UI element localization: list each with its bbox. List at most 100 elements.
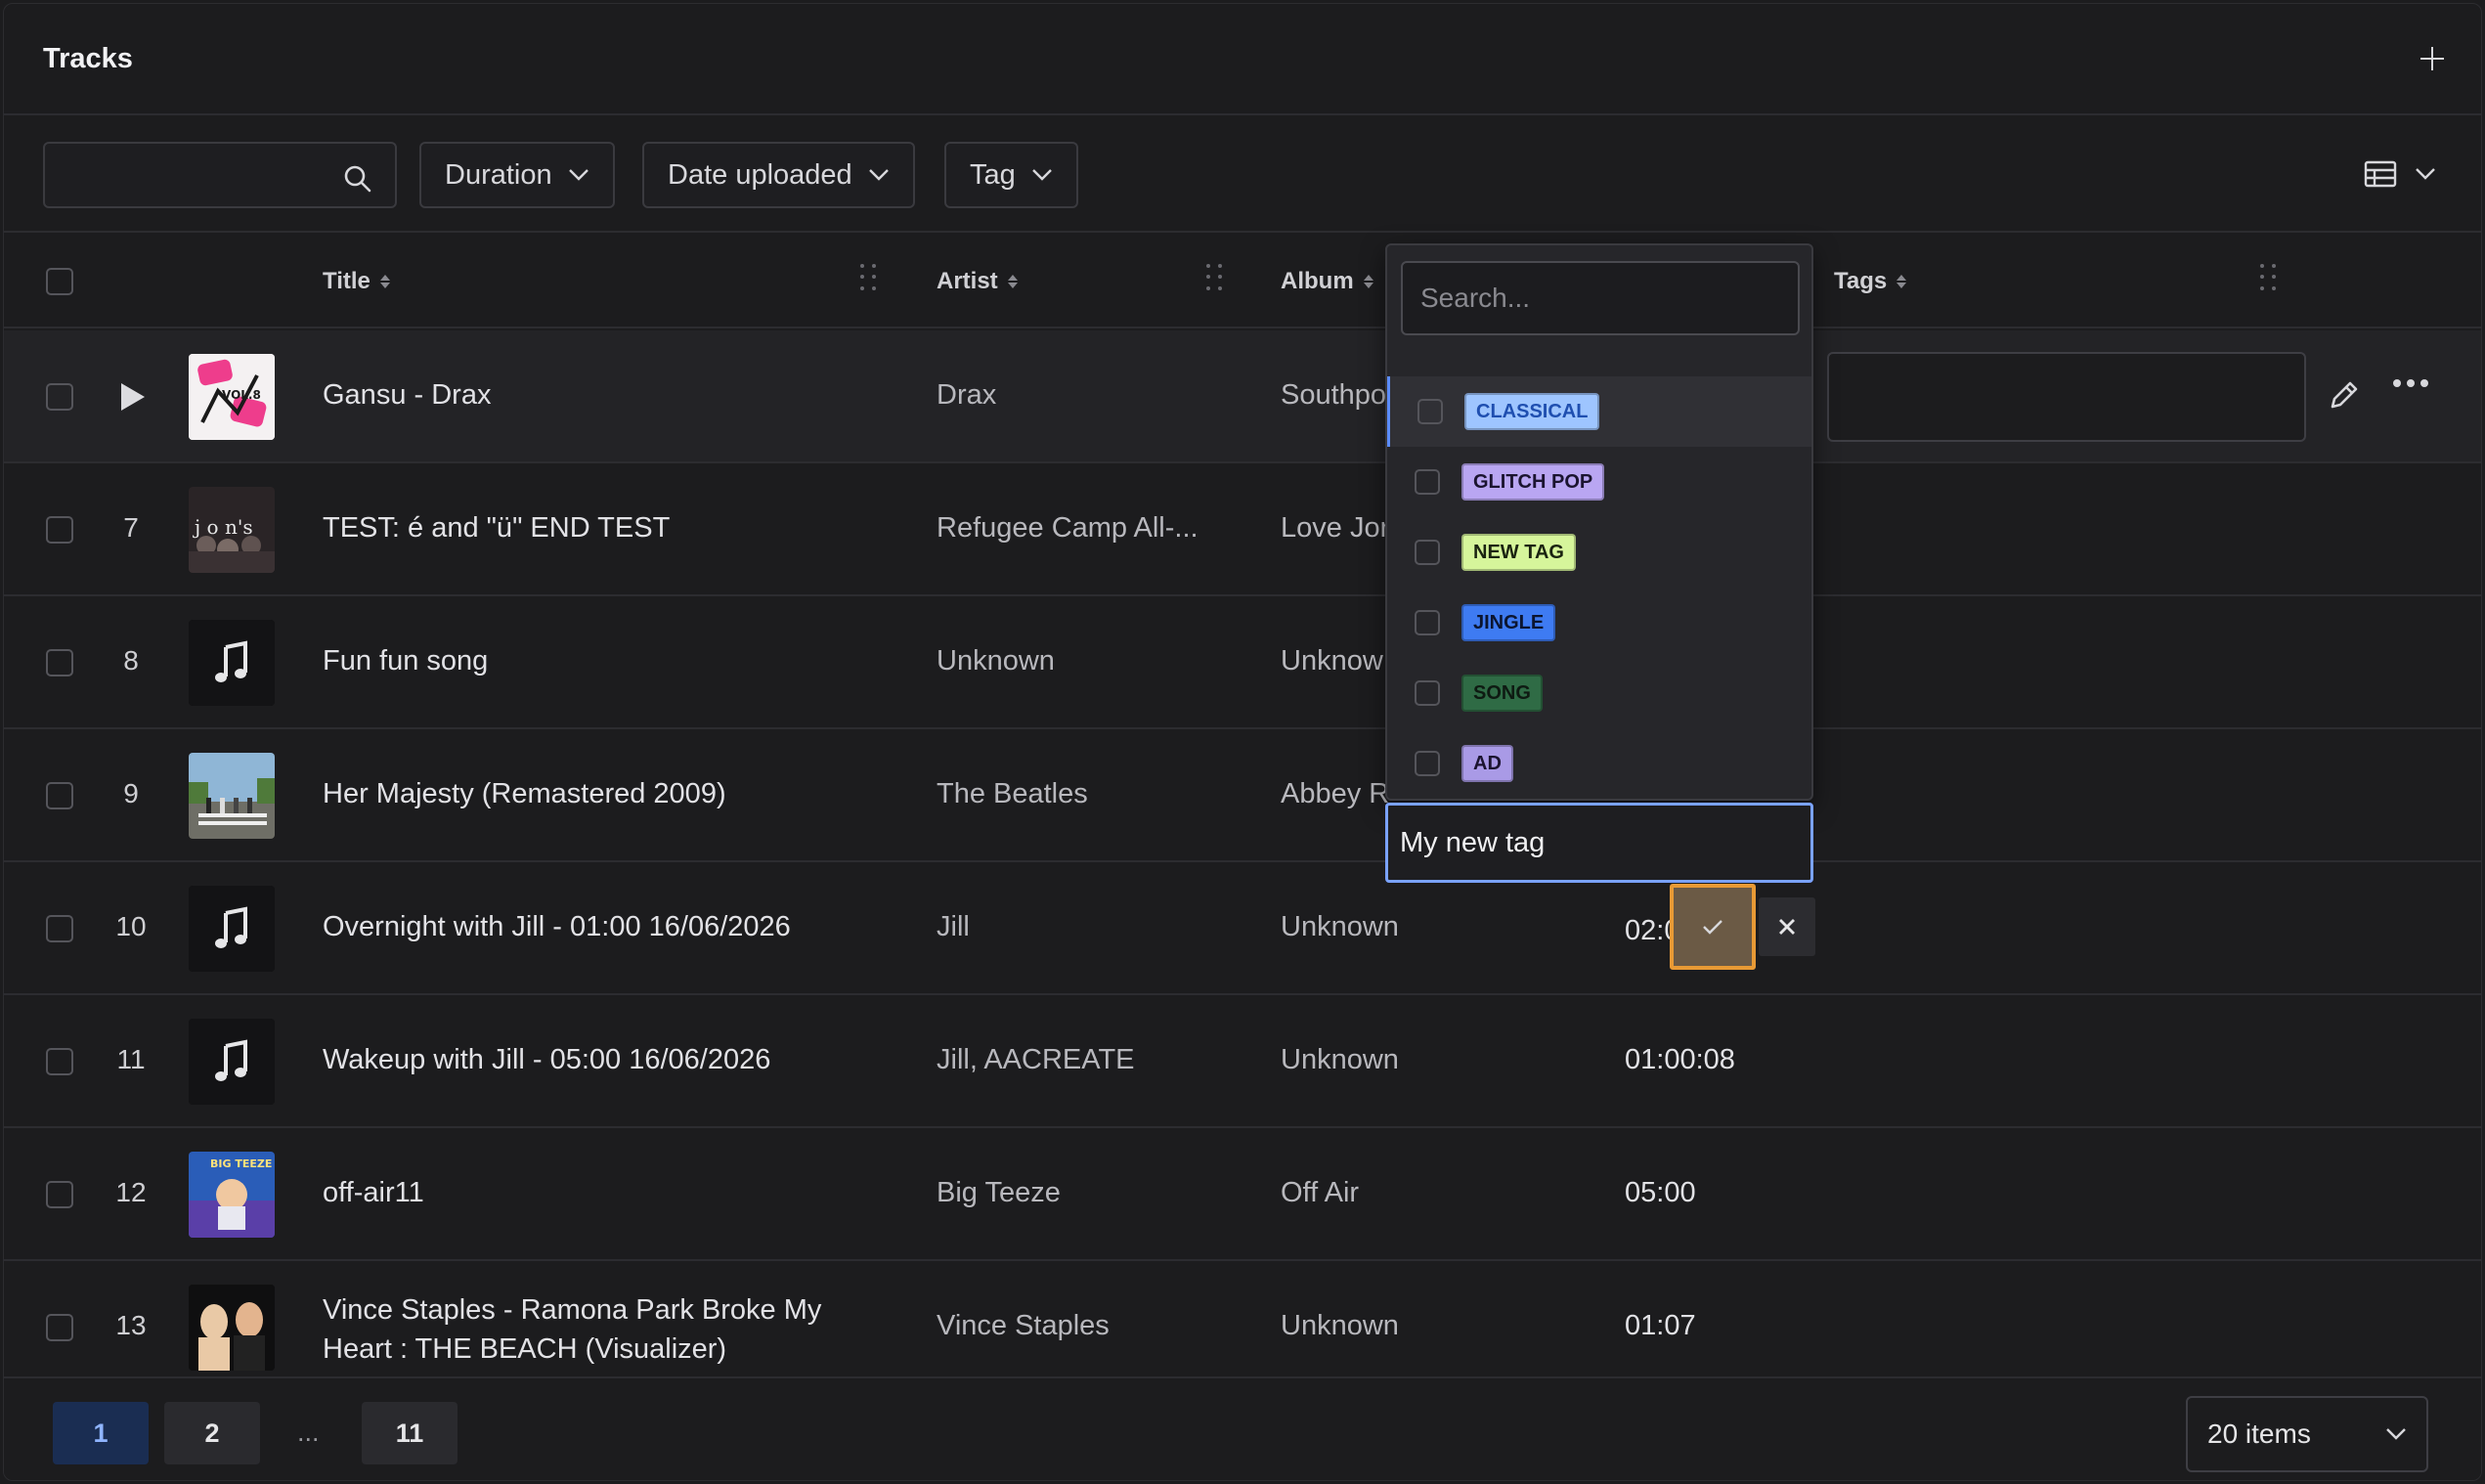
- table-row[interactable]: 13 Vince Staples - Ramona Park Broke My …: [4, 1261, 2481, 1394]
- column-album-label: Album: [1281, 268, 1354, 294]
- track-album: Southpo: [1281, 379, 1387, 411]
- column-artist-label: Artist: [937, 268, 998, 294]
- column-drag-handle-icon[interactable]: [2260, 264, 2280, 293]
- tag-pill: AD: [1461, 745, 1513, 782]
- duration-filter-button[interactable]: Duration: [419, 142, 615, 208]
- column-drag-handle-icon[interactable]: [1206, 264, 1226, 293]
- table-row[interactable]: 9 Her Majesty (Remastered 2009) The Beat…: [4, 729, 2481, 862]
- tag-option-glitch-pop[interactable]: GLITCH POP: [1387, 447, 1811, 517]
- column-tags-label: Tags: [1834, 268, 1888, 294]
- track-duration: 01:00:08: [1625, 1044, 1735, 1075]
- page-button-2[interactable]: 2: [164, 1402, 260, 1464]
- row-number: 11: [116, 1044, 146, 1074]
- row-checkbox[interactable]: [46, 1181, 73, 1208]
- tag-filter-label: Tag: [970, 158, 1016, 191]
- row-checkbox[interactable]: [46, 782, 73, 809]
- track-album: Unknown: [1281, 1310, 1399, 1341]
- row-checkbox[interactable]: [46, 516, 73, 544]
- chevron-down-icon: [568, 169, 589, 181]
- row-checkbox[interactable]: [46, 1048, 73, 1075]
- tag-option-new-tag[interactable]: NEW TAG: [1387, 517, 1811, 588]
- track-artist: The Beatles: [937, 778, 1088, 809]
- more-options-icon[interactable]: [2393, 379, 2428, 387]
- page-ellipsis: ...: [297, 1418, 320, 1447]
- tags-editor-field[interactable]: [1827, 352, 2306, 442]
- table-header: Title Artist Album Tags: [4, 235, 2481, 328]
- tag-pill: JINGLE: [1461, 604, 1556, 641]
- track-artist: Vince Staples: [937, 1310, 1110, 1341]
- tag-checkbox[interactable]: [1415, 751, 1440, 776]
- album-cover: VOL.8: [189, 354, 275, 440]
- tag-checkbox[interactable]: [1417, 399, 1443, 424]
- column-drag-handle-icon[interactable]: [860, 264, 880, 293]
- row-number: 7: [123, 512, 139, 543]
- tag-filter-button[interactable]: Tag: [944, 142, 1078, 208]
- select-all-checkbox[interactable]: [46, 268, 73, 295]
- track-title: Wakeup with Jill - 05:00 16/06/2026: [323, 1044, 771, 1075]
- column-header-artist[interactable]: Artist: [937, 268, 1018, 295]
- table-row[interactable]: VOL.8 Gansu - Drax Drax Southpo: [4, 330, 2481, 463]
- new-tag-input[interactable]: My new tag: [1385, 803, 1813, 883]
- confirm-button[interactable]: [1670, 884, 1756, 970]
- date-uploaded-filter-button[interactable]: Date uploaded: [642, 142, 915, 208]
- filter-toolbar: Duration Date uploaded Tag: [4, 117, 2481, 233]
- track-album: Unknown: [1281, 911, 1399, 942]
- new-tag-value: My new tag: [1400, 826, 1546, 858]
- chevron-down-icon: [2416, 168, 2435, 180]
- column-title-label: Title: [323, 268, 371, 294]
- sort-icon: [379, 275, 390, 288]
- close-icon: [1779, 919, 1795, 935]
- row-number: 13: [115, 1310, 147, 1340]
- sort-icon: [1007, 275, 1018, 288]
- tag-option-classical[interactable]: CLASSICAL: [1387, 376, 1811, 447]
- page-size-select[interactable]: 20 items: [2186, 1396, 2428, 1472]
- panel-header: Tracks: [4, 4, 2481, 115]
- chevron-down-icon: [2386, 1428, 2406, 1440]
- row-checkbox[interactable]: [46, 1314, 73, 1341]
- column-header-tags[interactable]: Tags: [1834, 268, 1907, 295]
- row-number: 9: [123, 778, 139, 808]
- tag-pill: SONG: [1461, 675, 1543, 712]
- track-album: Love Jor: [1281, 512, 1390, 544]
- pencil-icon[interactable]: [2325, 375, 2364, 415]
- play-icon[interactable]: [121, 383, 145, 411]
- chevron-down-icon: [868, 169, 889, 181]
- tag-option-song[interactable]: SONG: [1387, 658, 1811, 728]
- column-header-album[interactable]: Album: [1281, 268, 1373, 295]
- table-row[interactable]: 8 Fun fun song Unknown Unknow: [4, 596, 2481, 729]
- table-row[interactable]: 10 Overnight with Jill - 01:00 16/06/202…: [4, 862, 2481, 995]
- cancel-button[interactable]: [1759, 897, 1815, 956]
- table-row[interactable]: 12 BIG TEEZE off-air11 Big Teeze Off Air…: [4, 1128, 2481, 1261]
- page-button-1[interactable]: 1: [53, 1402, 149, 1464]
- tag-pill: CLASSICAL: [1464, 393, 1600, 430]
- row-checkbox[interactable]: [46, 383, 73, 411]
- track-title: Her Majesty (Remastered 2009): [323, 778, 726, 809]
- tag-checkbox[interactable]: [1415, 680, 1440, 706]
- row-checkbox[interactable]: [46, 649, 73, 677]
- tag-search-input[interactable]: Search...: [1401, 261, 1800, 335]
- pagination-bar: 1 2 ... 11 20 items: [4, 1376, 2481, 1480]
- music-note-icon: [189, 886, 275, 972]
- album-cover: [189, 1285, 275, 1371]
- album-cover: BIG TEEZE: [189, 1152, 275, 1238]
- track-artist: Jill, AACREATE: [937, 1044, 1135, 1075]
- plus-icon[interactable]: [2413, 39, 2452, 78]
- svg-text:j o n's: j o n's: [193, 515, 253, 539]
- album-cover: [189, 753, 275, 839]
- tag-option-jingle[interactable]: JINGLE: [1387, 588, 1811, 658]
- tag-checkbox[interactable]: [1415, 610, 1440, 635]
- view-toggle-button[interactable]: [2364, 160, 2436, 188]
- date-uploaded-filter-label: Date uploaded: [668, 158, 852, 191]
- tag-dropdown: Search... CLASSICAL GLITCH POP NEW TAG J…: [1385, 243, 1813, 801]
- row-checkbox[interactable]: [46, 915, 73, 942]
- column-header-title[interactable]: Title: [323, 268, 390, 295]
- page-button-11[interactable]: 11: [362, 1402, 458, 1464]
- track-title: Overnight with Jill - 01:00 16/06/2026: [323, 911, 791, 942]
- tag-checkbox[interactable]: [1415, 469, 1440, 495]
- tag-option-ad[interactable]: AD: [1387, 728, 1811, 799]
- table-row[interactable]: 11 Wakeup with Jill - 05:00 16/06/2026 J…: [4, 995, 2481, 1128]
- search-input[interactable]: [43, 142, 397, 208]
- duration-filter-label: Duration: [445, 158, 552, 191]
- tag-checkbox[interactable]: [1415, 540, 1440, 565]
- table-row[interactable]: 7 j o n's TEST: é and "ü" END TEST Refug…: [4, 463, 2481, 596]
